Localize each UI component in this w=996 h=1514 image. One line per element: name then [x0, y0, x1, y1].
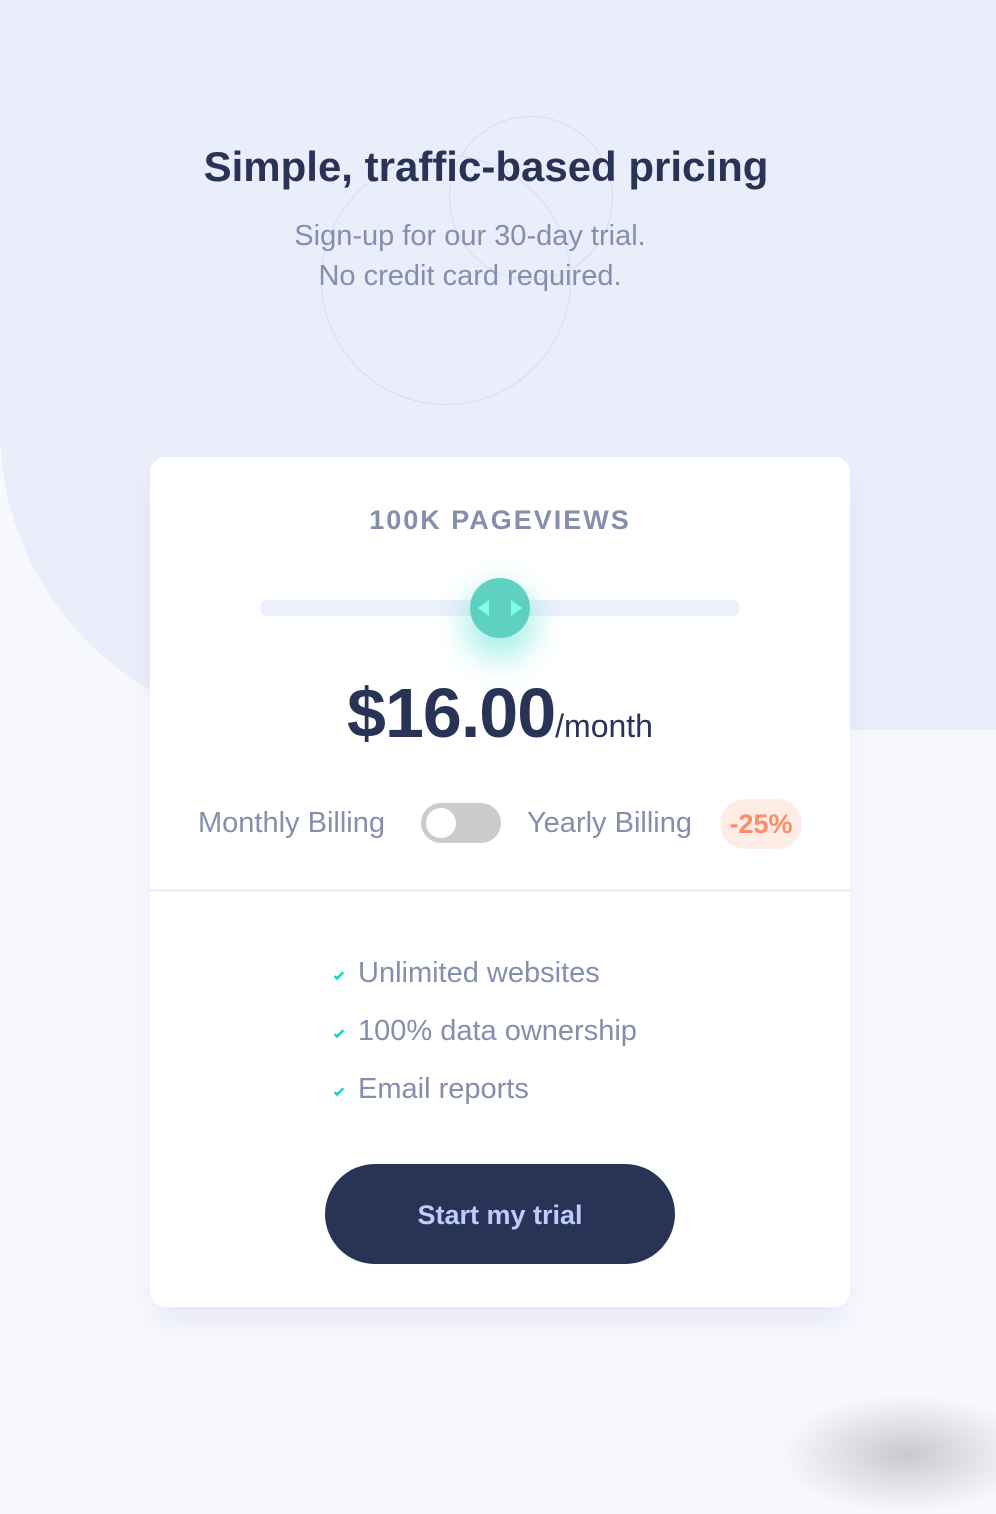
- arrow-left-icon: [478, 600, 489, 616]
- corner-shadow: [776, 1394, 996, 1514]
- pageviews-slider-fill: [260, 600, 500, 616]
- price-row: $16.00/month: [150, 673, 850, 753]
- check-icon: [333, 1029, 345, 1039]
- billing-toggle-knob: [426, 808, 456, 838]
- start-trial-label: Start my trial: [417, 1200, 583, 1230]
- page-subtitle-line-2: No credit card required.: [318, 260, 622, 292]
- pricing-card: 100K PAGEVIEWS $16.00/month Monthly Bill…: [150, 457, 850, 1307]
- feature-label: Unlimited websites: [358, 957, 600, 989]
- feature-label: 100% data ownership: [358, 1015, 637, 1047]
- discount-badge: -25%: [720, 799, 802, 849]
- yearly-billing-label: Yearly Billing: [527, 807, 692, 839]
- price-period: /month: [555, 708, 653, 744]
- card-divider: [150, 889, 850, 892]
- arrow-right-icon: [511, 600, 522, 616]
- price-amount: $16.00: [347, 674, 556, 752]
- decorative-circle-small: [449, 116, 613, 280]
- feature-item: 100% data ownership: [332, 1015, 637, 1073]
- feature-list: Unlimited websites 100% data ownership E…: [332, 957, 637, 1131]
- check-icon: [333, 971, 345, 981]
- monthly-billing-label: Monthly Billing: [198, 807, 385, 839]
- start-trial-button[interactable]: Start my trial: [325, 1164, 675, 1264]
- feature-item: Unlimited websites: [332, 957, 637, 1015]
- page-title: Simple, traffic-based pricing: [203, 143, 769, 190]
- billing-toggle[interactable]: [421, 803, 501, 843]
- check-icon: [333, 1087, 345, 1097]
- feature-item: Email reports: [332, 1073, 637, 1131]
- page-subtitle-line-1: Sign-up for our 30-day trial.: [294, 220, 646, 252]
- feature-label: Email reports: [358, 1073, 529, 1105]
- billing-toggle-row: Monthly Billing Yearly Billing -25%: [150, 797, 850, 853]
- pageviews-slider-thumb[interactable]: [470, 578, 530, 638]
- pageviews-label: 100K PAGEVIEWS: [369, 505, 631, 535]
